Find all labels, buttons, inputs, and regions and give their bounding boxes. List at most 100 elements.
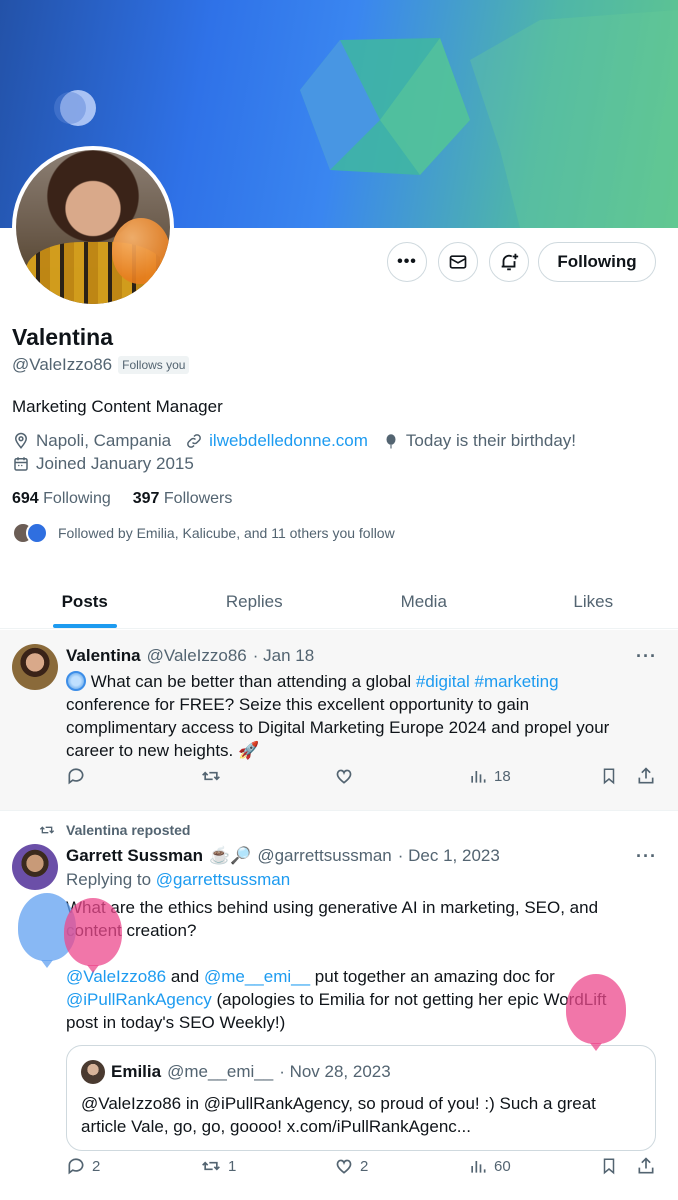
notifications-button[interactable]: [489, 242, 529, 282]
repost-icon: [202, 1161, 220, 1171]
rocket-icon: 🚀: [238, 741, 260, 760]
post-header: Garrett Sussman ☕️🔎 @garrettsussman · De…: [66, 846, 500, 866]
quote-date: · Nov 28, 2023: [279, 1062, 391, 1081]
repost-icon: [202, 771, 220, 781]
globe-icon: [66, 671, 86, 691]
mention-link[interactable]: @garrettsussman: [156, 870, 290, 889]
message-button[interactable]: [438, 242, 478, 282]
profile-avatar: [16, 150, 170, 304]
heart-icon: [336, 1159, 352, 1174]
profile-name: Valentina: [12, 324, 113, 350]
views-icon: [471, 1161, 486, 1173]
views-button[interactable]: 60: [468, 1156, 511, 1176]
post-date[interactable]: · Dec 1, 2023: [398, 846, 500, 866]
avatar: [26, 522, 48, 544]
followers-count: 397: [132, 490, 160, 507]
calendar-icon: [14, 457, 28, 471]
repost-indicator: Valentina reposted: [38, 822, 190, 838]
hashtag-link[interactable]: #marketing: [474, 672, 558, 691]
views-count: 60: [494, 1157, 511, 1175]
post[interactable]: Valentina @ValeIzzo86 · Jan 18 ··· What …: [0, 630, 678, 811]
location-item: Napoli, Campania: [12, 431, 171, 451]
tab-posts[interactable]: Posts: [0, 575, 170, 628]
location-pin-icon: [14, 432, 28, 449]
website-item[interactable]: ilwebdelledonne.com: [185, 431, 368, 451]
quote-author: Emilia: [111, 1062, 162, 1081]
profile-meta: Napoli, Campania ilwebdelledonne.com Tod…: [12, 431, 576, 451]
hashtag-link[interactable]: #digital: [416, 672, 470, 691]
reply-button[interactable]: 2: [66, 1156, 100, 1176]
bookmark-icon: [603, 768, 615, 785]
author-emojis: ☕️🔎: [209, 846, 252, 865]
tab-replies[interactable]: Replies: [170, 575, 340, 628]
mention-link[interactable]: @ValeIzzo86: [66, 967, 166, 986]
follower-avatars: [12, 522, 48, 544]
bookmark-icon: [603, 1158, 615, 1175]
more-icon[interactable]: ···: [636, 646, 657, 667]
share-icon: [638, 767, 654, 784]
repost-icon: [39, 826, 55, 834]
balloon-icon: [112, 218, 170, 284]
mention-link[interactable]: @iPullRankAgency: [66, 990, 212, 1009]
repost-button[interactable]: [200, 766, 222, 786]
reply-button[interactable]: [66, 766, 86, 786]
repost-button[interactable]: 1: [200, 1156, 236, 1176]
location-text: Napoli, Campania: [36, 431, 172, 450]
mention-link[interactable]: @me__emi__: [204, 967, 310, 986]
like-button[interactable]: 2: [334, 1156, 368, 1176]
like-count: 2: [360, 1157, 369, 1175]
more-icon[interactable]: ···: [636, 846, 657, 867]
balloon-icon: [386, 434, 396, 449]
repost-label[interactable]: Valentina reposted: [66, 822, 190, 838]
post-author[interactable]: Valentina: [66, 646, 141, 666]
joined-item: Joined January 2015: [12, 454, 194, 474]
envelope-icon: [449, 255, 467, 269]
tab-media[interactable]: Media: [339, 575, 509, 628]
followers-stat[interactable]: 397 Followers: [133, 490, 233, 508]
following-stat[interactable]: 694 Following: [12, 490, 111, 508]
quote-header: Emilia @me__emi__ · Nov 28, 2023: [81, 1060, 391, 1084]
profile-stats: 694 Following 397 Followers: [12, 490, 232, 508]
views-icon: [471, 771, 486, 783]
like-button[interactable]: [334, 766, 354, 786]
avatar[interactable]: [12, 844, 58, 890]
bell-plus-icon: [501, 253, 519, 271]
bookmark-button[interactable]: [600, 1156, 618, 1176]
follows-you-badge: Follows you: [118, 356, 190, 374]
profile-bio: Marketing Content Manager: [12, 397, 223, 416]
link-icon: [187, 434, 202, 448]
followed-by-text: Followed by Emilia, Kalicube, and 11 oth…: [58, 525, 395, 541]
profile-handle: @ValeIzzo86: [12, 355, 113, 374]
share-button[interactable]: [636, 1156, 656, 1176]
website-link[interactable]: ilwebdelledonne.com: [209, 431, 368, 451]
post-handle[interactable]: @ValeIzzo86: [147, 646, 247, 666]
profile-avatar-frame[interactable]: [12, 146, 174, 308]
quote-handle: @me__emi__: [167, 1062, 274, 1081]
profile-handle-row: @ValeIzzo86 Follows you: [12, 355, 190, 375]
post-text: What can be better than attending a glob…: [66, 671, 610, 760]
reply-icon: [68, 1158, 84, 1175]
bookmark-button[interactable]: [600, 766, 618, 786]
tab-likes[interactable]: Likes: [509, 575, 678, 628]
views-button[interactable]: 18: [468, 766, 511, 786]
post-author[interactable]: Garrett Sussman: [66, 846, 203, 866]
followers-label: Followers: [163, 490, 233, 507]
post-header: Valentina @ValeIzzo86 · Jan 18: [66, 646, 314, 666]
reply-icon: [68, 768, 84, 785]
following-label: Following: [43, 490, 111, 507]
post-date[interactable]: · Jan 18: [253, 646, 314, 666]
reply-count: 2: [92, 1157, 101, 1175]
balloon-icon: [64, 898, 122, 966]
share-button[interactable]: [636, 766, 656, 786]
share-icon: [638, 1157, 654, 1174]
following-button[interactable]: Following: [538, 242, 656, 282]
profile-tabs: Posts Replies Media Likes: [0, 575, 678, 629]
quoted-post[interactable]: Emilia @me__emi__ · Nov 28, 2023 @ValeIz…: [66, 1045, 656, 1151]
repost-count: 1: [228, 1157, 237, 1175]
birthday-text: Today is their birthday!: [405, 431, 577, 450]
followed-by-row[interactable]: Followed by Emilia, Kalicube, and 11 oth…: [12, 522, 395, 544]
more-options-button[interactable]: •••: [387, 242, 427, 282]
following-count: 694: [12, 490, 39, 507]
post-handle[interactable]: @garrettsussman: [257, 846, 391, 866]
avatar[interactable]: [12, 644, 58, 690]
